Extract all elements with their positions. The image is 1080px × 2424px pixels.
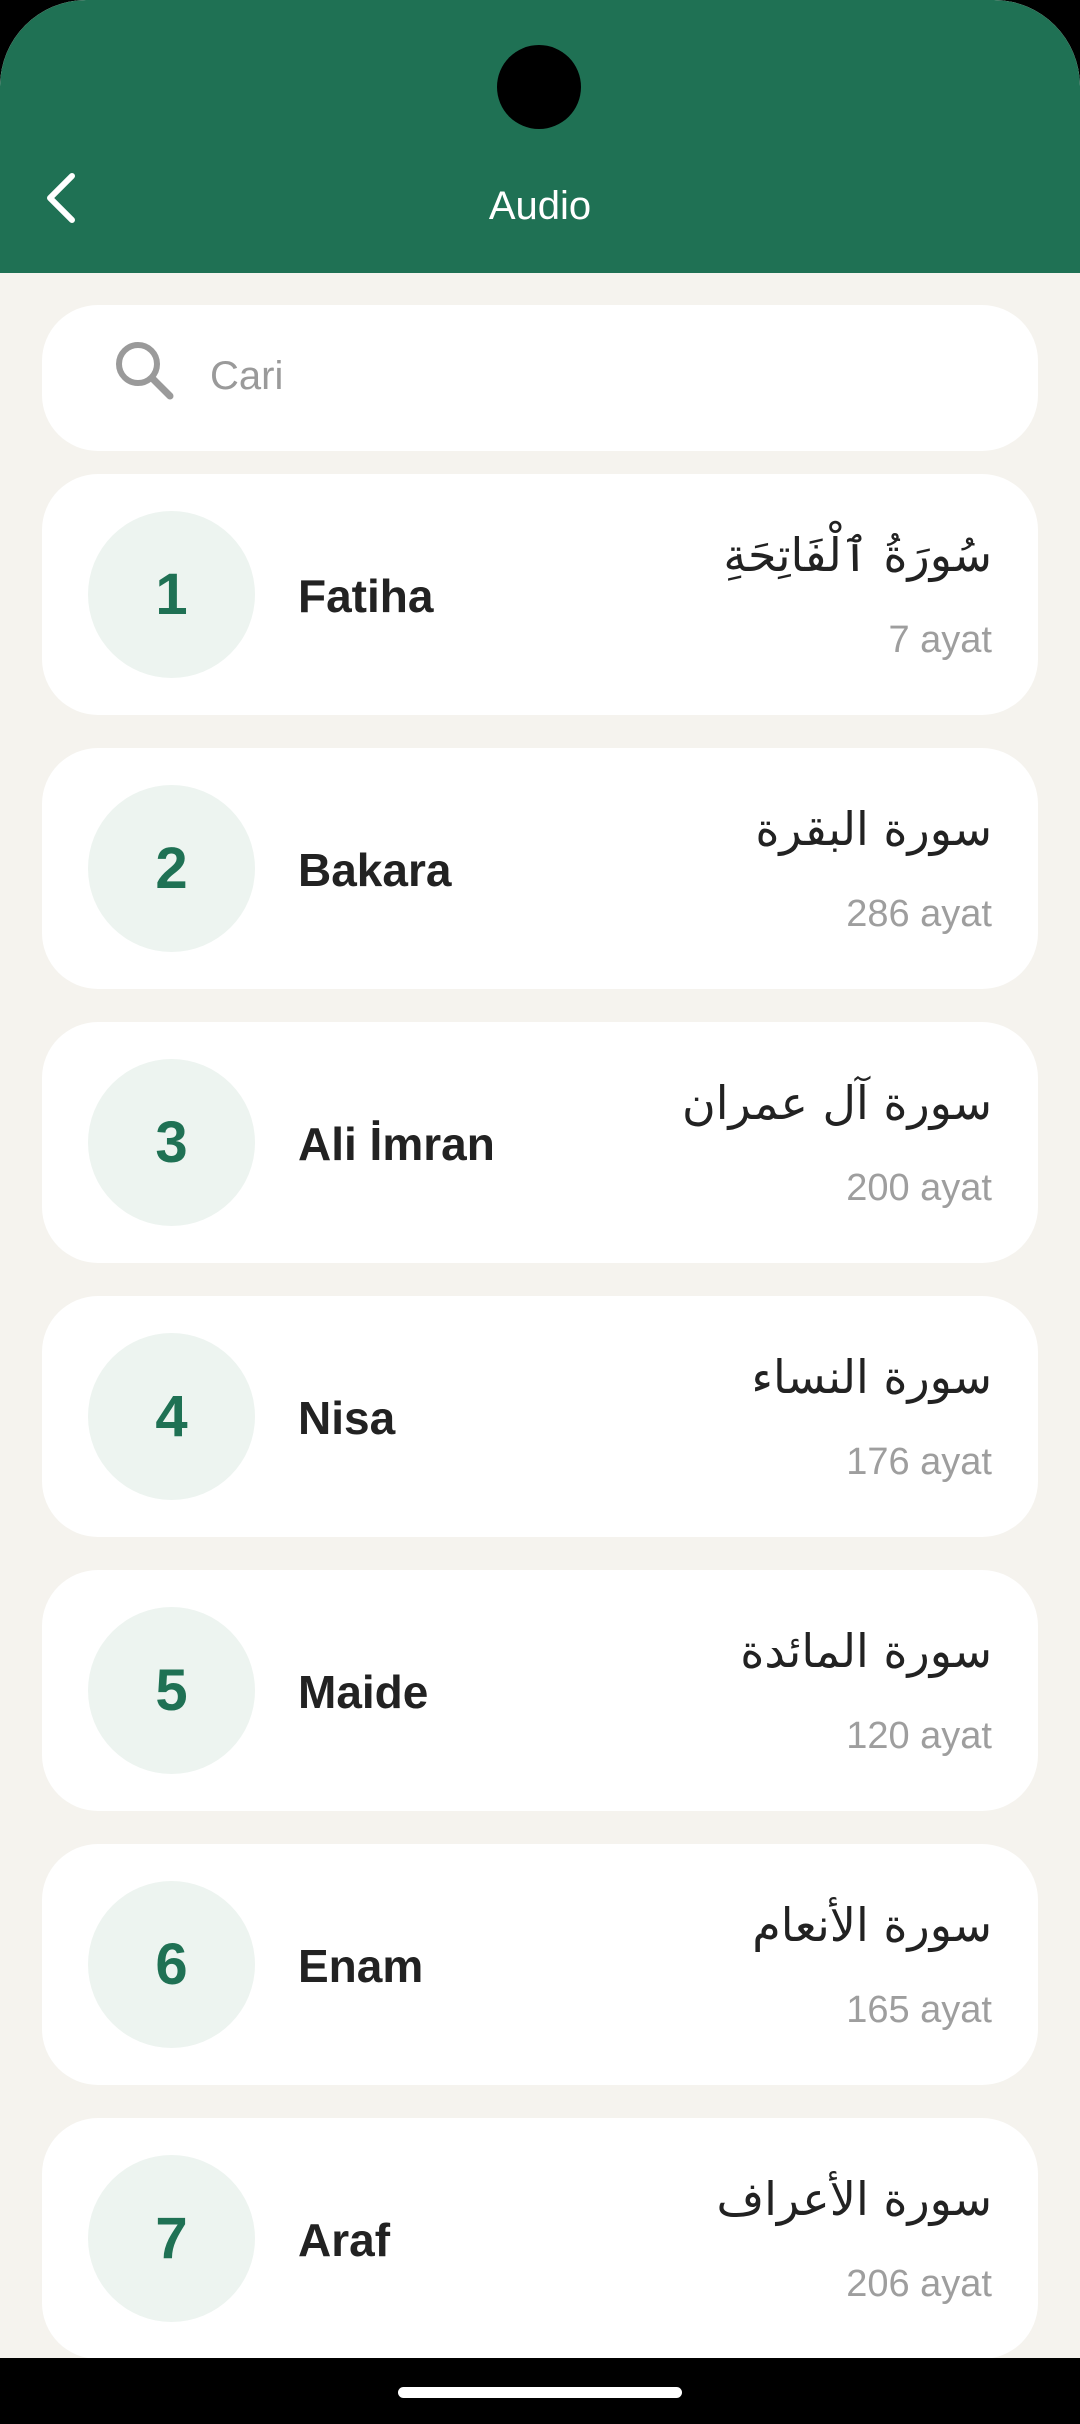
surah-name: Araf: [298, 2214, 391, 2266]
surah-name: Fatiha: [298, 570, 434, 622]
surah-name: Maide: [298, 1666, 429, 1718]
surah-row-7[interactable]: 7 Araf سورة الأعراف 206 ayat: [42, 2118, 1038, 2359]
surah-row-1[interactable]: 1 Fatiha سُورَةُ ٱلْفَاتِحَةِ 7 ayat: [42, 474, 1038, 715]
surah-ayat-count: 200 ayat: [846, 1167, 992, 1209]
surah-name: Enam: [298, 1940, 424, 1992]
search-icon: [116, 342, 174, 400]
surah-name: Ali İmran: [298, 1118, 495, 1170]
surah-number-badge: 6: [88, 1881, 255, 2048]
surah-ayat-count: 286 ayat: [846, 893, 992, 935]
search-bar[interactable]: [42, 305, 1038, 451]
surah-number-badge: 7: [88, 2155, 255, 2322]
surah-arabic-name: سورة آل عمران: [681, 1076, 992, 1130]
surah-number-badge: 5: [88, 1607, 255, 1774]
surah-arabic-name: سورة الأنعام: [752, 1898, 992, 1952]
screen: Audio 1 Fatiha سُورَةُ ٱلْفَاتِحَةِ 7 ay…: [0, 0, 1080, 2424]
surah-number-badge: 3: [88, 1059, 255, 1226]
surah-arabic-name: سورة النساء: [751, 1350, 992, 1404]
surah-number-badge: 4: [88, 1333, 255, 1500]
surah-row-3[interactable]: 3 Ali İmran سورة آل عمران 200 ayat: [42, 1022, 1038, 1263]
surah-ayat-count: 206 ayat: [846, 2263, 992, 2305]
surah-arabic-name: سورة البقرة: [755, 802, 992, 856]
surah-name: Nisa: [298, 1392, 396, 1444]
surah-row-6[interactable]: 6 Enam سورة الأنعام 165 ayat: [42, 1844, 1038, 2085]
surah-name: Bakara: [298, 844, 452, 896]
surah-ayat-count: 120 ayat: [846, 1715, 992, 1757]
surah-row-2[interactable]: 2 Bakara سورة البقرة 286 ayat: [42, 748, 1038, 989]
surah-ayat-count: 7 ayat: [888, 619, 992, 661]
surah-ayat-count: 165 ayat: [846, 1989, 992, 2031]
camera-cutout: [497, 45, 581, 129]
surah-number-badge: 1: [88, 511, 255, 678]
surah-arabic-name: سورة الأعراف: [716, 2172, 992, 2226]
home-indicator[interactable]: [398, 2387, 682, 2398]
app-bar: Audio: [0, 0, 1080, 273]
surah-row-5[interactable]: 5 Maide سورة المائدة 120 ayat: [42, 1570, 1038, 1811]
surah-ayat-count: 176 ayat: [846, 1441, 992, 1483]
search-input[interactable]: [210, 341, 990, 411]
surah-arabic-name: سورة المائدة: [740, 1624, 992, 1678]
surah-number-badge: 2: [88, 785, 255, 952]
surah-row-4[interactable]: 4 Nisa سورة النساء 176 ayat: [42, 1296, 1038, 1537]
surah-arabic-name: سُورَةُ ٱلْفَاتِحَةِ: [723, 528, 992, 582]
page-title: Audio: [488, 184, 592, 228]
